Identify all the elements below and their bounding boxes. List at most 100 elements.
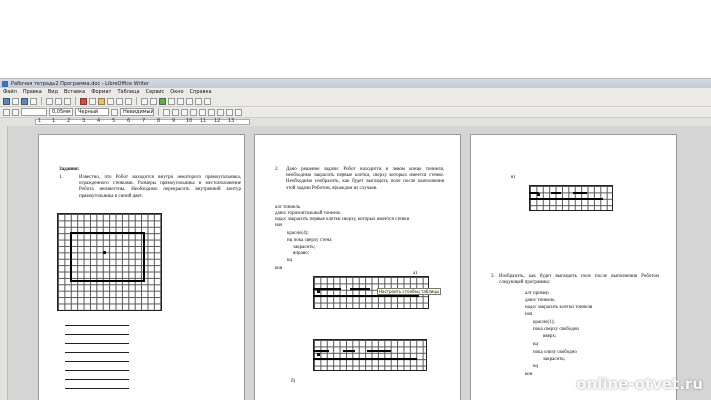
ruler-tick: 11 (200, 118, 207, 124)
toolbar-separator (41, 97, 42, 105)
ruler-tick: 1 (52, 118, 56, 124)
menu-window[interactable]: Окно (170, 89, 183, 95)
table-icon[interactable] (150, 97, 157, 105)
ruler-tick: 5 (112, 118, 116, 124)
save-icon[interactable] (21, 97, 28, 105)
align-left-icon[interactable] (181, 108, 188, 116)
tunnel-grid-b (313, 339, 427, 371)
walled-rectangle (70, 232, 145, 282)
code-line: дано/ тоннель (525, 298, 555, 303)
print-icon[interactable] (46, 97, 53, 105)
merge-cells-icon[interactable] (208, 108, 215, 116)
page-2[interactable]: 2. Дано решение задачи: Робот находится … (254, 134, 461, 400)
tunnel-wall (313, 295, 419, 297)
answer-line (65, 388, 129, 389)
code-line: алг пример (525, 291, 549, 296)
ruler-tick: 12 (214, 118, 221, 124)
answer-line (65, 343, 129, 344)
wrap-icon[interactable] (235, 108, 242, 116)
new-document-icon[interactable] (3, 97, 10, 105)
paste-icon[interactable] (98, 97, 105, 105)
answer-line (65, 325, 129, 326)
menu-edit[interactable]: Правка (23, 89, 42, 95)
code-line: красно(4); (287, 231, 309, 236)
undo-icon[interactable] (116, 97, 123, 105)
standard-toolbar (0, 96, 711, 107)
copy-icon[interactable] (89, 97, 96, 105)
font-color-select[interactable]: Черный (75, 108, 109, 116)
task3-text: Изобразить, как будет выглядеть поле пос… (499, 274, 659, 286)
paragraph-style-icon[interactable] (3, 108, 10, 116)
code-line: надо/ закрасить клетки тоннеля (525, 305, 593, 310)
page-3[interactable]: в) 3. Изобразить, как будет выглядеть по… (470, 134, 677, 400)
redo-icon[interactable] (125, 97, 132, 105)
code-line: кон (275, 266, 283, 271)
menu-tools[interactable]: Сервис (146, 89, 165, 95)
clone-formatting-icon[interactable] (107, 97, 114, 105)
zoom-icon[interactable] (195, 97, 202, 105)
answer-line (65, 370, 129, 371)
watermark: online-otvet.ru (576, 375, 703, 393)
ruler-tick: 13 (228, 118, 235, 124)
answer-line (65, 334, 129, 335)
menu-help[interactable]: Справка (190, 89, 212, 95)
help-icon[interactable] (204, 97, 211, 105)
show-draw-functions-icon[interactable] (159, 97, 166, 105)
vertical-ruler[interactable] (0, 126, 8, 400)
export-pdf-icon[interactable] (30, 97, 37, 105)
toolbar-separator (75, 97, 76, 105)
ruler-tick: 9 (172, 118, 176, 124)
column-tooltip: Настроить столбец таблицы (377, 288, 442, 295)
spellcheck-icon[interactable] (64, 97, 71, 105)
menu-format[interactable]: Формат (91, 89, 111, 95)
code-line: закрасить; (543, 357, 566, 362)
code-line: кц (287, 258, 293, 263)
align-right-icon[interactable] (199, 108, 206, 116)
ruler-tick: 2 (67, 118, 71, 124)
navigator-icon[interactable] (177, 97, 184, 105)
task1-number: 1. (59, 175, 63, 180)
title-bar: Рабочая тетрадь2 Программа.doc - LibreOf… (0, 79, 711, 88)
anchor-icon[interactable] (226, 108, 233, 116)
code-line: вправо; (293, 251, 309, 256)
menu-table[interactable]: Таблица (117, 89, 139, 95)
style-select[interactable] (21, 108, 47, 116)
formatting-marks-icon[interactable] (186, 97, 193, 105)
hyperlink-icon[interactable] (141, 97, 148, 105)
code-line: надо/ закрасить первые клетки сверху, ко… (275, 217, 410, 222)
code-line: пока сверху свободно (533, 327, 579, 332)
label-b: б) (291, 379, 296, 384)
font-size-select[interactable]: 0,05мм (49, 108, 73, 116)
label-v: в) (511, 175, 516, 180)
cut-icon[interactable] (80, 97, 87, 105)
open-icon[interactable] (12, 97, 19, 105)
formatting-toolbar: 0,05мм Черный Невидимый (0, 107, 711, 118)
print-preview-icon[interactable] (55, 97, 62, 105)
ruler-tick: 1 (38, 118, 42, 124)
menu-view[interactable]: Вид (48, 89, 58, 95)
page-1[interactable]: Задания: 1. Известно, что Робот находитс… (38, 134, 245, 400)
code-line: кц (533, 364, 539, 369)
code-line: красно(1); (533, 320, 555, 325)
answer-line (65, 361, 129, 362)
tunnel-wall (367, 350, 391, 352)
menu-insert[interactable]: Вставка (64, 89, 85, 95)
document-workspace[interactable]: Задания: 1. Известно, что Робот находитс… (0, 126, 711, 400)
task3-number: 3. (491, 274, 495, 279)
find-replace-icon[interactable] (168, 97, 175, 105)
ruler-tick: 7 (142, 118, 146, 124)
align-center-icon[interactable] (190, 108, 197, 116)
split-cells-icon[interactable] (217, 108, 224, 116)
highlight-select[interactable]: Невидимый (120, 108, 154, 116)
menu-file[interactable]: Файл (3, 89, 17, 95)
answer-line (65, 352, 129, 353)
robot-marker (317, 290, 320, 293)
tunnel-wall (313, 358, 417, 360)
highlight-icon[interactable] (111, 108, 118, 116)
border-color-icon[interactable] (172, 108, 179, 116)
line-spacing-icon[interactable] (12, 108, 19, 116)
border-style-icon[interactable] (163, 108, 170, 116)
menu-bar: Файл Правка Вид Вставка Формат Таблица С… (0, 88, 711, 96)
code-line: вверх; (543, 334, 557, 339)
tasks-heading: Задания: (59, 167, 80, 172)
